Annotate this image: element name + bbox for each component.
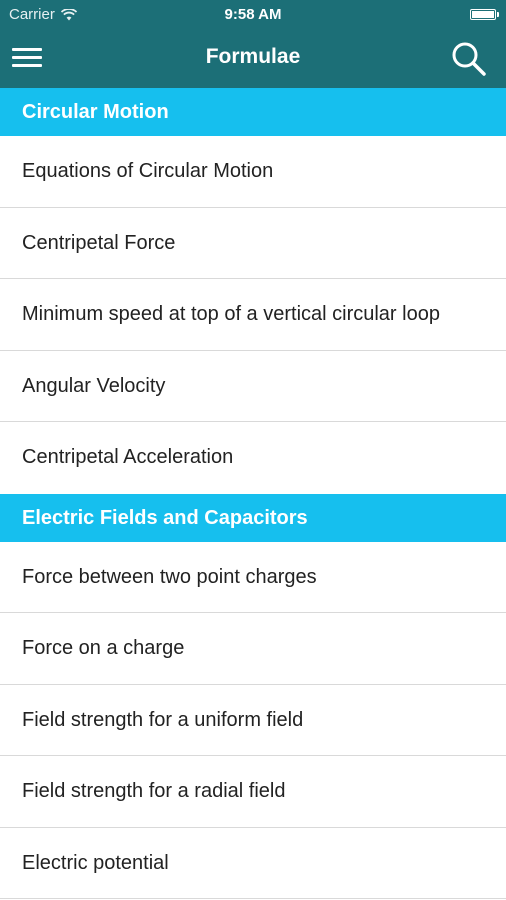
list-item[interactable]: Field strength for a uniform field (0, 684, 506, 756)
list-item[interactable]: Force on a charge (0, 613, 506, 685)
list-item[interactable]: Equations of Circular Motion (0, 136, 506, 208)
list-item[interactable]: Force between two point charges (0, 541, 506, 613)
search-icon[interactable] (450, 40, 488, 78)
list-item[interactable]: Field strength for a radial field (0, 756, 506, 828)
app-screen: Carrier 9:58 AM Formulae Circular Motion… (0, 0, 506, 900)
status-time: 9:58 AM (224, 6, 282, 23)
list-item[interactable]: Centripetal Acceleration (0, 422, 506, 494)
page-title: Formulae (205, 45, 301, 68)
list-item[interactable]: Centripetal Force (0, 207, 506, 279)
section-header-electric-fields: Electric Fields and Capacitors (0, 493, 506, 542)
list-item[interactable]: Minimum speed at top of a vertical circu… (0, 279, 506, 351)
list-item[interactable]: Angular Velocity (0, 350, 506, 422)
battery-icon (470, 9, 499, 20)
list-item[interactable]: Electric potential (0, 827, 506, 899)
status-bar: Carrier 9:58 AM (0, 0, 506, 30)
navigation-bar: Formulae (0, 30, 506, 88)
section-header-circular-motion: Circular Motion (0, 88, 506, 136)
formula-list: Circular Motion Equations of Circular Mo… (0, 88, 506, 899)
